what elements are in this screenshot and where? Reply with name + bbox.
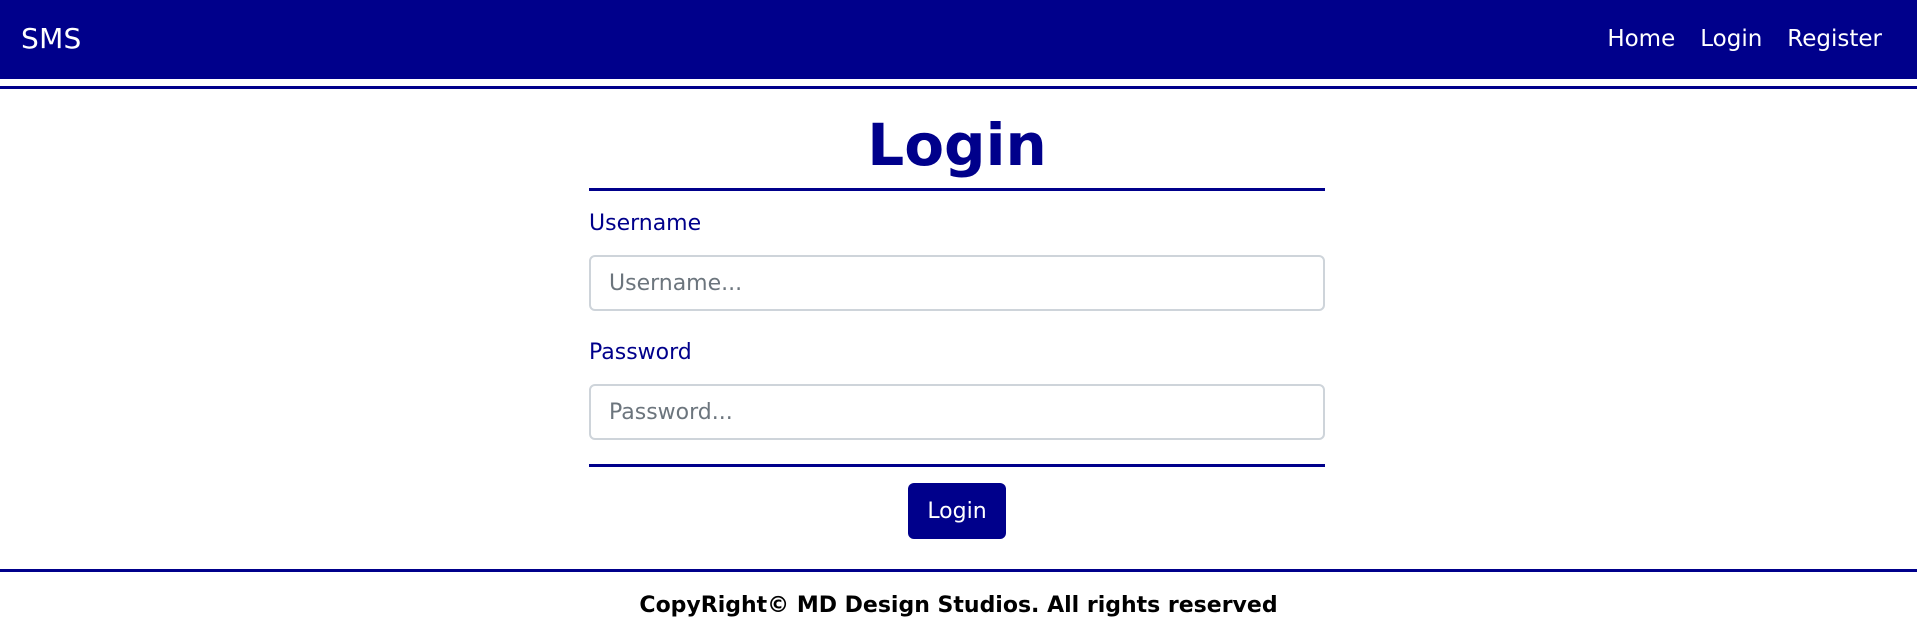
password-input[interactable]: [589, 384, 1325, 440]
nav-links: Home Login Register: [1582, 22, 1882, 56]
navbar: SMS Home Login Register: [0, 0, 1917, 79]
password-label: Password: [589, 340, 692, 365]
login-form: Login Username Password Login: [589, 105, 1325, 539]
nav-link-register[interactable]: Register: [1787, 22, 1882, 56]
login-button[interactable]: Login: [908, 483, 1006, 539]
page-title: Login: [867, 111, 1047, 179]
navbar-divider: [0, 86, 1917, 89]
nav-link-home[interactable]: Home: [1607, 22, 1675, 56]
footer-copyright: CopyRight© MD Design Studios. All rights…: [639, 593, 1278, 618]
title-divider: [589, 188, 1325, 191]
nav-link-login[interactable]: Login: [1700, 22, 1762, 56]
form-divider: [589, 464, 1325, 467]
username-input[interactable]: [589, 255, 1325, 311]
footer-divider: [0, 569, 1917, 572]
username-label: Username: [589, 211, 702, 236]
brand-link[interactable]: SMS: [21, 20, 82, 58]
